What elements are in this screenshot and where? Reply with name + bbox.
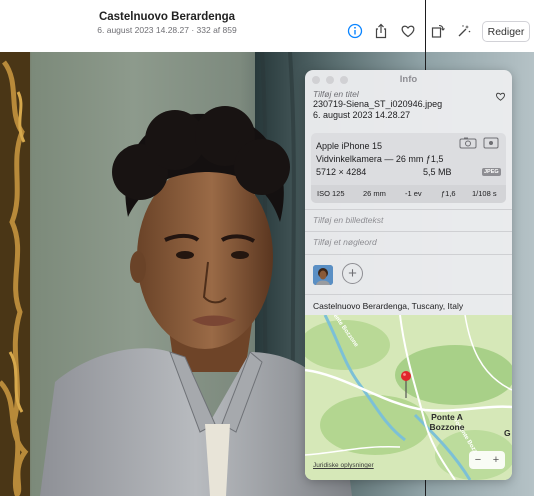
file-size: 5,5 MB: [423, 167, 452, 177]
image-resolution: 5712 × 4284: [316, 167, 367, 177]
live-camera-icon: [459, 137, 477, 149]
divider: [305, 209, 512, 210]
camera-lens: Vidvinkelkamera — 26 mm ƒ1,5: [316, 154, 444, 164]
divider: [305, 294, 512, 295]
info-icon: [347, 23, 363, 39]
share-icon: [375, 23, 387, 39]
exif-shutter: 1/108 s: [472, 189, 497, 198]
exif-row: ISO 125 26 mm -1 ev ƒ1,6 1/108 s: [311, 185, 506, 203]
heart-icon: [495, 92, 506, 101]
rotate-button[interactable]: [427, 20, 449, 42]
map-place-line1: Ponte A: [431, 412, 463, 422]
panel-titlebar[interactable]: Info: [305, 70, 512, 88]
caption-field[interactable]: Tilføj en billedtekst: [313, 215, 383, 225]
record-icon: [483, 137, 499, 149]
info-panel: Info Tilføj en titel 230719-Siena_ST_i02…: [305, 70, 512, 480]
add-person-button[interactable]: +: [342, 263, 363, 284]
photo-date[interactable]: 6. august 2023 14.28.27: [313, 110, 410, 120]
enhance-icon: [458, 25, 471, 37]
zoom-out-button[interactable]: −: [469, 451, 487, 469]
keyword-field[interactable]: Tilføj et nøgleord: [313, 237, 377, 247]
edit-button[interactable]: Rediger: [482, 21, 530, 42]
favorite-toggle[interactable]: [495, 89, 506, 107]
photo-title: Castelnuovo Berardenga: [98, 11, 236, 23]
map-zoom-control: − +: [469, 451, 505, 469]
exif-aperture: ƒ1,6: [441, 189, 456, 198]
photo-subtitle: 6. august 2023 14.28.27 · 332 af 859: [97, 25, 237, 35]
person-avatar-icon: [313, 265, 333, 285]
panel-title: Info: [399, 74, 418, 85]
exif-ev: -1 ev: [405, 189, 422, 198]
exif-iso: ISO 125: [317, 189, 345, 198]
heart-icon: [401, 25, 415, 38]
file-name: 230719-Siena_ST_i020946.jpeg: [313, 99, 443, 109]
camera-model: Apple iPhone 15: [316, 141, 383, 151]
camera-info: Apple iPhone 15 Vidvinkelkamera — 26 mm …: [311, 133, 506, 203]
exif-focal: 26 mm: [363, 189, 386, 198]
person-thumbnail[interactable]: [313, 265, 333, 285]
title-block: Castelnuovo Berardenga 6. august 2023 14…: [62, 10, 272, 36]
map-place-label: Ponte A Bozzone: [423, 412, 471, 432]
zoom-in-button[interactable]: +: [487, 451, 505, 469]
favorite-button[interactable]: [397, 20, 419, 42]
divider: [305, 254, 512, 255]
divider: [305, 231, 512, 232]
toolbar: Castelnuovo Berardenga 6. august 2023 14…: [0, 0, 534, 52]
add-title-field[interactable]: Tilføj en titel: [313, 89, 359, 99]
format-badge: JPEG: [482, 168, 501, 176]
enhance-button[interactable]: [453, 20, 475, 42]
annotation-line-top: [425, 0, 426, 70]
share-button[interactable]: [370, 20, 392, 42]
map-place-line2: Bozzone: [429, 422, 465, 432]
legal-link[interactable]: Juridiske oplysninger: [313, 462, 374, 469]
map-edge-label: G: [504, 428, 511, 438]
map-pin-icon[interactable]: [400, 370, 412, 398]
location-text[interactable]: Castelnuovo Berardenga, Tuscany, Italy: [313, 301, 463, 311]
info-button[interactable]: [344, 20, 366, 42]
rotate-icon: [431, 24, 445, 38]
location-map[interactable]: Torrente Bozzone Torrente Bozz Ponte A B…: [305, 315, 512, 480]
